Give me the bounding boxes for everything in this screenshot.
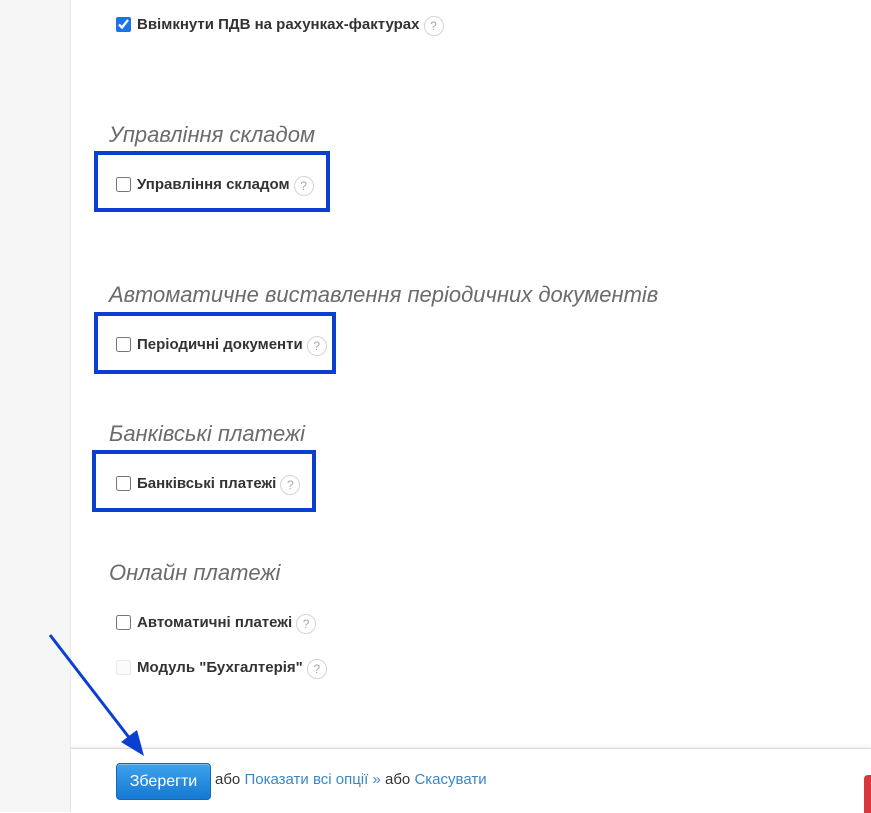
option-bank[interactable]: Банківські платежі ? [115, 473, 301, 495]
help-icon[interactable]: ? [280, 475, 301, 495]
feedback-tab[interactable] [864, 775, 871, 813]
help-icon[interactable]: ? [306, 659, 327, 679]
help-icon[interactable]: ? [423, 16, 444, 36]
periodic-checkbox[interactable] [116, 336, 131, 352]
help-icon[interactable]: ? [296, 614, 317, 634]
inventory-label: Управління складом [137, 175, 290, 193]
option-accounting-module: Модуль "Бухгалтерія" ? [115, 657, 327, 679]
accounting-module-label: Модуль "Бухгалтерія" [137, 658, 303, 676]
left-sidebar [0, 0, 71, 812]
footer-action-bar: Зберегти або Показати всі опції » або Ск… [71, 748, 871, 813]
help-icon[interactable]: ? [306, 336, 327, 356]
section-title-periodic: Автоматичне виставлення періодичних доку… [109, 282, 659, 307]
or-text: або [385, 771, 411, 788]
section-title-bank: Банківські платежі [109, 421, 305, 446]
settings-content: Ввімкнути ПДВ на рахунках-фактурах ? Упр… [71, 0, 871, 812]
vat-label: Ввімкнути ПДВ на рахунках-фактурах [137, 15, 420, 33]
auto-payments-label: Автоматичні платежі [137, 613, 293, 631]
section-title-online: Онлайн платежі [109, 560, 281, 585]
show-all-options-link[interactable]: Показати всі опції » [244, 771, 380, 788]
or-text: або [215, 771, 241, 788]
help-icon[interactable]: ? [293, 176, 314, 196]
option-vat[interactable]: Ввімкнути ПДВ на рахунках-фактурах ? [115, 14, 444, 36]
vat-checkbox[interactable] [116, 16, 131, 32]
save-button[interactable]: Зберегти [116, 763, 211, 800]
bank-label: Банківські платежі [137, 474, 277, 492]
bank-checkbox[interactable] [116, 475, 131, 491]
accounting-module-checkbox [116, 659, 131, 675]
option-inventory[interactable]: Управління складом ? [115, 174, 314, 196]
option-auto-payments[interactable]: Автоматичні платежі ? [115, 612, 317, 634]
inventory-checkbox[interactable] [116, 176, 131, 192]
section-title-inventory: Управління складом [109, 122, 316, 147]
cancel-link[interactable]: Скасувати [414, 771, 486, 788]
option-periodic[interactable]: Періодичні документи ? [115, 334, 327, 356]
footer-links: або Показати всі опції » або Скасувати [215, 771, 487, 788]
periodic-label: Періодичні документи [137, 335, 303, 353]
auto-payments-checkbox[interactable] [116, 614, 131, 630]
